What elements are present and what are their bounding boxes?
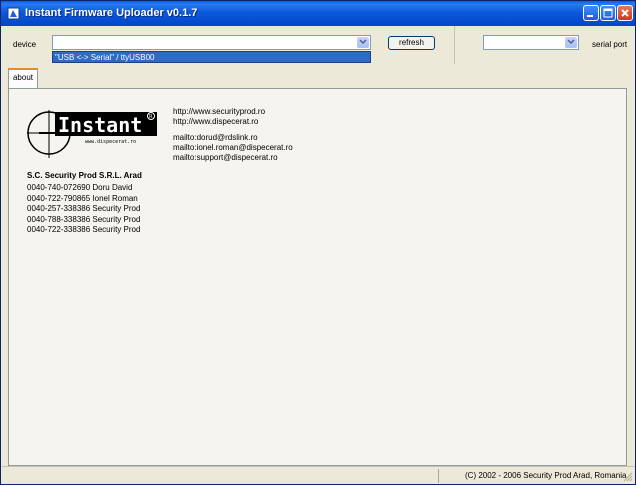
- window-title: Instant Firmware Uploader v0.1.7: [25, 7, 198, 19]
- minimize-icon: [587, 15, 593, 17]
- svg-text:www.dispecerat.ro: www.dispecerat.ro: [85, 139, 136, 145]
- toolbar: device "USB <-> Serial" / ttyUSB00 refre…: [2, 26, 635, 64]
- phone-entry: 0040-788-338386 Security Prod: [27, 214, 141, 224]
- close-button[interactable]: [617, 5, 633, 21]
- chevron-down-icon: [567, 39, 575, 45]
- device-select-arrow[interactable]: [357, 37, 369, 48]
- website-link[interactable]: http://www.dispecerat.ro: [173, 117, 265, 127]
- device-dropdown-list[interactable]: "USB <-> Serial" / ttyUSB00: [52, 51, 371, 63]
- phone-entry: 0040-257-338386 Security Prod: [27, 204, 141, 213]
- serial-port-select[interactable]: [483, 35, 579, 50]
- tab-about[interactable]: about: [8, 68, 38, 88]
- toolbar-divider: [454, 26, 455, 64]
- company-logo: Instant R www.dispecerat.ro: [27, 105, 161, 161]
- phone-entry: 0040-722-790865 Ionel Roman: [27, 193, 138, 203]
- serial-port-label: serial port: [592, 40, 628, 49]
- company-name: S.C. Security Prod S.R.L. Arad: [27, 171, 142, 180]
- refresh-button[interactable]: refresh: [388, 36, 435, 50]
- status-divider: [438, 469, 439, 483]
- website-links: http://www.securityprod.ro http://www.di…: [173, 107, 265, 127]
- device-select[interactable]: [52, 35, 371, 50]
- maximize-button[interactable]: [600, 5, 616, 21]
- about-panel: Instant R www.dispecerat.ro S.C. Securit…: [8, 88, 627, 466]
- device-label: device: [13, 40, 37, 49]
- resize-grip-icon[interactable]: [623, 472, 633, 482]
- email-link[interactable]: mailto:dorud@rdslink.ro: [173, 133, 293, 143]
- main-window: Instant Firmware Uploader v0.1.7 device: [0, 0, 636, 485]
- svg-text:Instant: Instant: [58, 113, 142, 137]
- email-link[interactable]: mailto:ionel.roman@dispecerat.ro: [173, 143, 293, 153]
- minimize-button[interactable]: [583, 5, 599, 21]
- copyright-text: (C) 2002 - 2006 Security Prod Arad, Roma…: [465, 471, 627, 480]
- phone-list: 0040-740-072690 Doru David 0040-722-7908…: [27, 183, 140, 236]
- maximize-icon: [603, 8, 613, 18]
- device-option[interactable]: "USB <-> Serial" / ttyUSB00: [55, 53, 155, 62]
- close-icon: [621, 9, 629, 17]
- status-bar: (C) 2002 - 2006 Security Prod Arad, Roma…: [2, 466, 635, 484]
- svg-text:R: R: [149, 114, 153, 120]
- email-links: mailto:dorud@rdslink.ro mailto:ionel.rom…: [173, 133, 293, 163]
- tab-strip: about: [2, 64, 635, 88]
- chevron-down-icon: [359, 39, 367, 45]
- title-bar[interactable]: Instant Firmware Uploader v0.1.7: [1, 1, 635, 26]
- phone-entry: 0040-722-338386 Security Prod: [27, 225, 141, 234]
- website-link[interactable]: http://www.securityprod.ro: [173, 107, 265, 117]
- email-link[interactable]: mailto:support@dispecerat.ro: [173, 153, 293, 163]
- serial-port-select-arrow[interactable]: [565, 37, 577, 48]
- phone-entry: 0040-740-072690 Doru David: [27, 183, 133, 192]
- app-icon[interactable]: [7, 7, 20, 20]
